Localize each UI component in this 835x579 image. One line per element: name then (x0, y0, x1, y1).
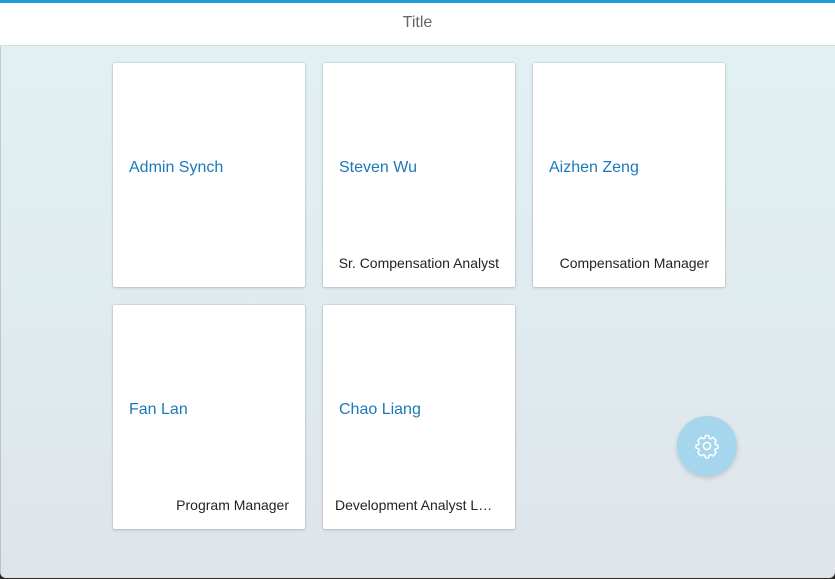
person-name: Admin Synch (129, 159, 224, 176)
person-tile-admin-synch[interactable]: Admin Synch (113, 63, 305, 287)
person-name: Steven Wu (339, 159, 417, 176)
person-role: Compensation Manager (559, 255, 709, 271)
person-role: Program Manager (176, 497, 289, 513)
person-name: Aizhen Zeng (549, 159, 639, 176)
app-window: Title Admin Synch Steven Wu Sr. Compensa… (0, 0, 835, 578)
person-name: Chao Liang (339, 401, 421, 418)
person-tile-chao-liang[interactable]: Chao Liang Development Analyst Lead (323, 305, 515, 529)
person-tile-aizhen-zeng[interactable]: Aizhen Zeng Compensation Manager (533, 63, 725, 287)
page-title: Title (402, 14, 433, 31)
person-tile-steven-wu[interactable]: Steven Wu Sr. Compensation Analyst (323, 63, 515, 287)
person-tile-fan-lan[interactable]: Fan Lan Program Manager (113, 305, 305, 529)
person-name: Fan Lan (129, 401, 188, 418)
header-bar: Title (0, 3, 835, 46)
person-role: Development Analyst Lead (335, 497, 499, 513)
person-role: Sr. Compensation Analyst (338, 255, 499, 271)
settings-button[interactable] (677, 416, 737, 476)
window-left-edge (0, 46, 1, 578)
gear-icon (694, 433, 720, 459)
